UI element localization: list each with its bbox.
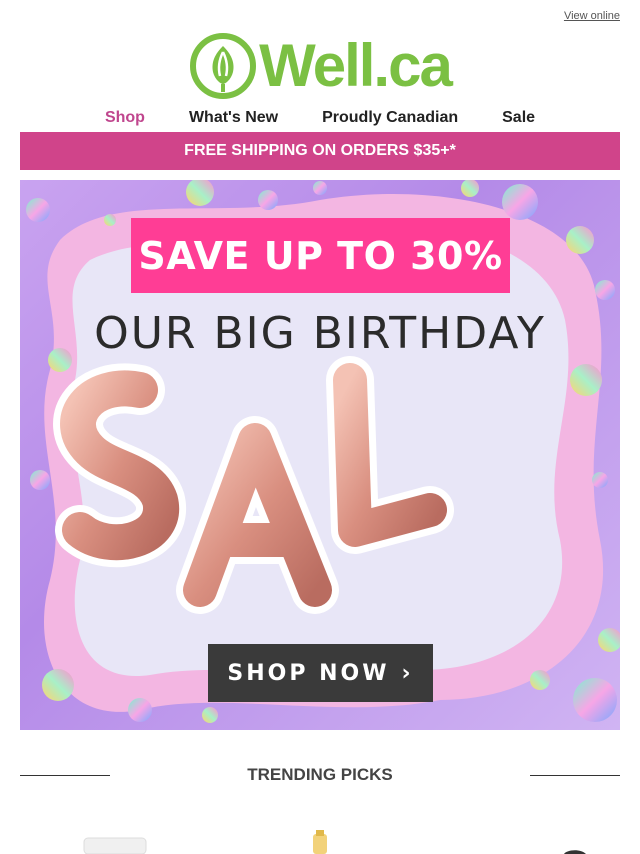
divider-right [530,774,620,776]
product-image-2[interactable] [305,830,335,854]
hero-banner[interactable]: SAVE UP TO 30% OUR BIG BIRTHDAY SHOP NOW… [20,180,620,730]
product-image-1[interactable] [80,830,150,854]
save-promo-text: SAVE UP TO 30% [138,233,503,278]
product-image-3[interactable] [560,830,590,854]
logo-wordmark: Well.ca [259,32,453,99]
nav-item-sale[interactable]: Sale [480,108,557,130]
trending-section-header: TRENDING PICKS [20,764,620,786]
tulip-logo-icon [190,33,257,99]
shop-now-label: SHOP NOW [227,660,390,686]
nav-item-shop[interactable]: Shop [83,108,167,130]
free-shipping-banner[interactable]: FREE SHIPPING ON ORDERS $35+* [20,132,620,170]
trending-products-row [20,830,620,854]
logo[interactable]: Well.ca [0,32,640,100]
save-promo-badge: SAVE UP TO 30% [131,218,510,293]
main-nav: Shop What's New Proudly Canadian Sale [20,108,620,130]
divider-left [20,774,110,776]
hero-headline: OUR BIG BIRTHDAY [94,308,546,359]
view-online-link[interactable]: View online [564,10,620,22]
nav-item-whats-new[interactable]: What's New [167,108,300,130]
shop-now-button[interactable]: SHOP NOW › [208,644,433,702]
chevron-right-icon: › [401,660,414,686]
trending-title: TRENDING PICKS [247,765,393,784]
nav-item-proudly-canadian[interactable]: Proudly Canadian [300,108,480,130]
